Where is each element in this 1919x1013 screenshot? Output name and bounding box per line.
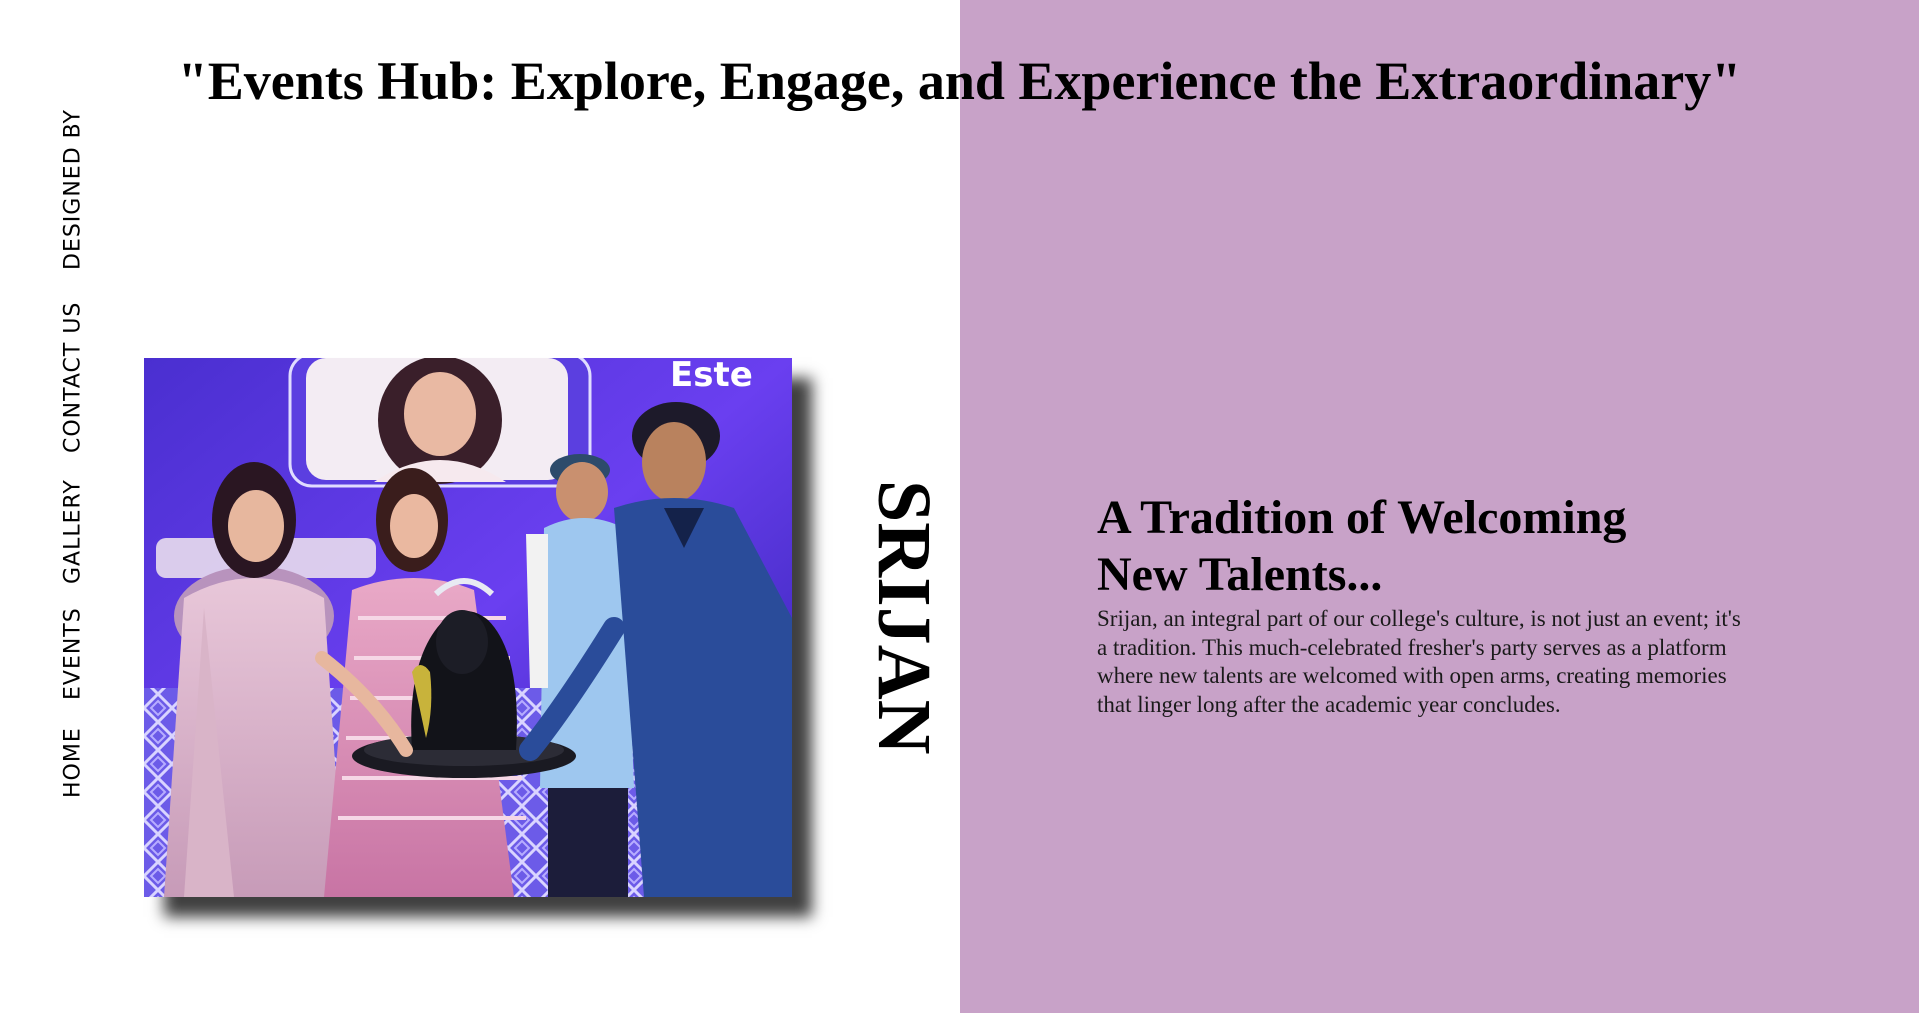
section-heading: A Tradition of Welcoming New Talents... — [1097, 491, 1627, 601]
event-photo-illustration: Este ह — [144, 358, 792, 897]
side-navigation: HOME EVENTS GALLERY CONTACT US DESIGNED … — [58, 0, 88, 1013]
srijan-vertical-label: SRIJAN — [862, 480, 946, 755]
nav-link-designed-by[interactable]: DESIGNED BY — [58, 106, 88, 274]
page-title: "Events Hub: Explore, Engage, and Experi… — [177, 51, 1742, 111]
nav-link-home[interactable]: HOME — [58, 723, 88, 803]
nav-link-gallery[interactable]: GALLERY — [58, 479, 88, 585]
section-paragraph: Srijan, an integral part of our college'… — [1097, 606, 1741, 717]
event-photo: Este ह — [144, 358, 792, 897]
nav-link-events[interactable]: EVENTS — [58, 604, 88, 704]
nav-link-contact-us[interactable]: CONTACT US — [58, 294, 88, 460]
banner-text: Este — [670, 358, 753, 395]
